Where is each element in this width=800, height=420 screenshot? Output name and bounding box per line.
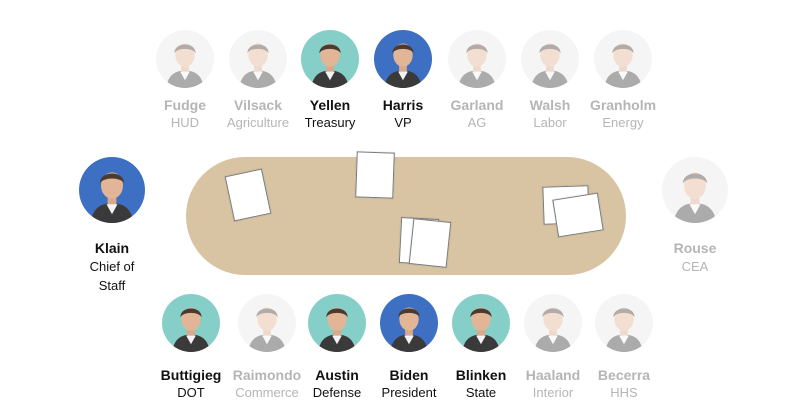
seat-name: Klain [94,240,130,256]
seat-name: Buttigieg [160,367,222,383]
seat-haaland: Haaland Interior [518,294,588,401]
seat-role: AG [467,115,487,130]
seat-granholm: Granholm Energy [583,30,663,131]
seat-name: Walsh [529,97,571,113]
haaland-portrait [524,294,582,352]
portrait-silhouette-icon [390,307,428,352]
seat-name: Harris [382,97,424,113]
seat-role: Energy [602,115,644,130]
yellen-portrait [301,30,359,88]
seat-role: HUD [170,115,200,130]
seat-role: Interior [532,385,574,400]
seat-role: HHS [610,385,638,400]
klain-portrait [79,157,145,223]
portrait-silhouette-icon [462,307,500,352]
rouse-portrait [662,157,728,223]
seat-blinken: Blinken State [446,294,516,401]
raimondo-portrait [238,294,296,352]
portrait-silhouette-icon [384,43,422,88]
seat-name: Austin [315,367,359,383]
seat-austin: Austin Defense [302,294,372,401]
paper-sheet [355,151,395,199]
portrait-silhouette-icon [318,307,356,352]
seat-role-line2: Staff [98,278,126,293]
seat-role: Commerce [235,385,299,400]
seat-name: Becerra [597,367,651,383]
seat-klain: Klain Chief of Staff [67,157,157,295]
portrait-silhouette-icon [534,307,572,352]
seat-name: Granholm [589,97,657,113]
harris-portrait [374,30,432,88]
seat-becerra: Becerra HHS [589,294,659,401]
buttigieg-portrait [162,294,220,352]
walsh-portrait [521,30,579,88]
seat-name: Vilsack [233,97,282,113]
portrait-silhouette-icon [248,307,286,352]
seat-role: VP [394,115,412,130]
becerra-portrait [595,294,653,352]
seat-walsh: Walsh Labor [515,30,585,131]
seat-name: Fudge [164,97,206,113]
seat-role: Defense [312,385,362,400]
seat-role: President [381,385,437,400]
fudge-portrait [156,30,214,88]
portrait-silhouette-icon [531,43,569,88]
portrait-silhouette-icon [166,43,204,88]
seat-garland: Garland AG [442,30,512,131]
seat-role: DOT [177,385,205,400]
portrait-silhouette-icon [604,43,642,88]
seat-role: Treasury [304,115,356,130]
paper-sheet [408,218,452,268]
portrait-silhouette-icon [172,307,210,352]
austin-portrait [308,294,366,352]
seat-name: Garland [450,97,504,113]
garland-portrait [448,30,506,88]
portrait-silhouette-icon [239,43,277,88]
seat-yellen: Yellen Treasury [295,30,365,131]
seat-role: Labor [533,115,567,130]
seat-role: Chief of [89,259,135,274]
seat-name: Rouse [673,240,717,256]
portrait-silhouette-icon [311,43,349,88]
seat-name: Haaland [525,367,581,383]
seat-rouse: Rouse CEA [655,157,735,276]
seat-name: Yellen [309,97,351,113]
portrait-silhouette-icon [90,172,134,223]
seat-name: Biden [389,367,429,383]
seat-role: Agriculture [226,115,290,130]
seat-name: Raimondo [232,367,302,383]
granholm-portrait [594,30,652,88]
seat-biden: Biden President [374,294,444,401]
portrait-silhouette-icon [673,172,717,223]
seat-harris: Harris VP [368,30,438,131]
portrait-silhouette-icon [458,43,496,88]
blinken-portrait [452,294,510,352]
seat-role: CEA [681,259,709,274]
seat-name: Blinken [455,367,507,383]
seat-vilsack: Vilsack Agriculture [218,30,298,131]
seat-raimondo: Raimondo Commerce [227,294,307,401]
seat-fudge: Fudge HUD [150,30,220,131]
seat-role: State [465,385,497,400]
seat-buttigieg: Buttigieg DOT [151,294,231,401]
biden-portrait [380,294,438,352]
vilsack-portrait [229,30,287,88]
paper-sheet [552,192,604,238]
portrait-silhouette-icon [605,307,643,352]
